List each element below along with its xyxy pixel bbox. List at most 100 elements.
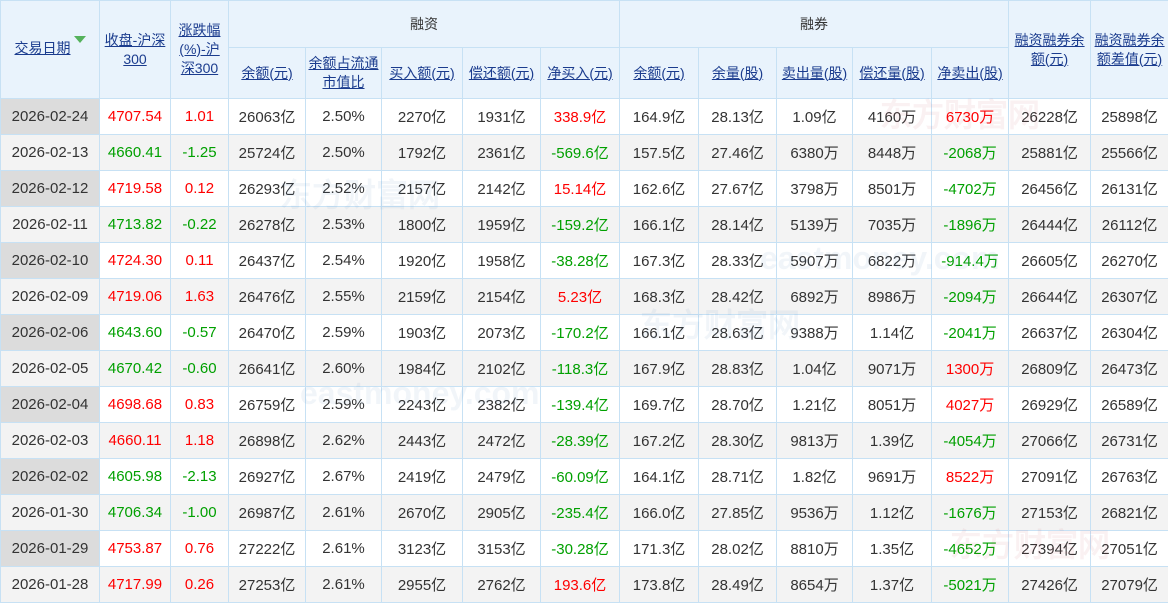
header-change-csi300[interactable]: 涨跌幅(%)-沪深300 — [170, 0, 229, 99]
sort-link-fin-balance[interactable]: 余额(元) — [241, 65, 292, 81]
sort-link-sec-sell[interactable]: 卖出量(股) — [782, 65, 847, 81]
sort-link-fin-repay[interactable]: 偿还额(元) — [469, 65, 534, 81]
cell-balance-diff: 26589亿 — [1090, 386, 1168, 423]
sort-link-change[interactable]: 涨跌幅(%)-沪深300 — [179, 22, 221, 76]
cell-sec-repay: 1.37亿 — [852, 566, 933, 603]
cell-sec-net-sell: -2094万 — [931, 278, 1010, 315]
sort-link-close[interactable]: 收盘-沪深300 — [105, 32, 166, 67]
cell-sec-sell: 8654万 — [776, 566, 854, 603]
cell-sec-repay: 4160万 — [852, 98, 933, 135]
header-sec-volume[interactable]: 余量(股) — [698, 47, 778, 99]
cell-fin-repay: 2479亿 — [462, 458, 541, 495]
cell-change: 1.18 — [170, 422, 229, 459]
sort-link-sec-volume[interactable]: 余量(股) — [712, 65, 763, 81]
cell-sec-balance: 167.2亿 — [619, 422, 700, 459]
cell-change: 0.11 — [170, 242, 229, 279]
header-total-balance[interactable]: 融资融券余额(元) — [1008, 0, 1092, 99]
cell-fin-ratio: 2.53% — [305, 206, 382, 243]
cell-fin-balance: 26987亿 — [228, 494, 306, 531]
cell-fin-repay: 2905亿 — [462, 494, 541, 531]
sort-link-sec-repay[interactable]: 偿还量(股) — [859, 65, 924, 81]
cell-balance-diff: 26131亿 — [1090, 170, 1168, 207]
table-row: 2026-01-28 4717.99 0.26 27253亿 2.61% 295… — [0, 566, 1168, 603]
cell-fin-ratio: 2.50% — [305, 98, 382, 135]
header-close-csi300[interactable]: 收盘-沪深300 — [99, 0, 171, 99]
cell-trade-date: 2026-02-12 — [0, 170, 100, 207]
cell-change: -0.60 — [170, 350, 229, 387]
sort-link-diff[interactable]: 融资融券余额差值(元) — [1095, 32, 1165, 67]
cell-fin-balance: 27253亿 — [228, 566, 306, 603]
cell-sec-volume: 28.33亿 — [698, 242, 778, 279]
cell-fin-ratio: 2.60% — [305, 350, 382, 387]
header-sec-sell[interactable]: 卖出量(股) — [776, 47, 854, 99]
header-trade-date[interactable]: 交易日期 — [0, 0, 100, 99]
cell-total-balance: 26456亿 — [1008, 170, 1092, 207]
cell-fin-net-buy: -569.6亿 — [539, 134, 621, 171]
sort-link-date[interactable]: 交易日期 — [15, 40, 71, 56]
cell-sec-sell: 5907万 — [776, 242, 854, 279]
cell-fin-buy: 2159亿 — [381, 278, 463, 315]
cell-total-balance: 27066亿 — [1008, 422, 1092, 459]
cell-sec-sell: 9813万 — [776, 422, 854, 459]
cell-close: 4707.54 — [99, 98, 171, 135]
header-sec-balance[interactable]: 余额(元) — [619, 47, 700, 99]
header-balance-diff[interactable]: 融资融券余额差值(元) — [1090, 0, 1168, 99]
header-sec-repay[interactable]: 偿还量(股) — [852, 47, 933, 99]
cell-balance-diff: 26473亿 — [1090, 350, 1168, 387]
cell-close: 4753.87 — [99, 530, 171, 567]
sort-link-sec-balance[interactable]: 余额(元) — [633, 65, 684, 81]
cell-fin-buy: 1792亿 — [381, 134, 463, 171]
cell-fin-balance: 27222亿 — [228, 530, 306, 567]
cell-close: 4660.41 — [99, 134, 171, 171]
cell-trade-date: 2026-02-24 — [0, 98, 100, 135]
cell-sec-net-sell: -5021万 — [931, 566, 1010, 603]
cell-sec-volume: 28.42亿 — [698, 278, 778, 315]
cell-close: 4713.82 — [99, 206, 171, 243]
cell-sec-balance: 169.7亿 — [619, 386, 700, 423]
cell-trade-date: 2026-02-10 — [0, 242, 100, 279]
cell-balance-diff: 25566亿 — [1090, 134, 1168, 171]
cell-sec-volume: 27.85亿 — [698, 494, 778, 531]
cell-sec-sell: 1.04亿 — [776, 350, 854, 387]
cell-sec-net-sell: 8522万 — [931, 458, 1010, 495]
cell-trade-date: 2026-02-02 — [0, 458, 100, 495]
cell-fin-repay: 2142亿 — [462, 170, 541, 207]
sort-link-sec-net-sell[interactable]: 净卖出(股) — [937, 65, 1002, 81]
header-fin-balance[interactable]: 余额(元) — [228, 47, 306, 99]
cell-fin-balance: 25724亿 — [228, 134, 306, 171]
cell-sec-net-sell: -4652万 — [931, 530, 1010, 567]
cell-balance-diff: 26307亿 — [1090, 278, 1168, 315]
cell-fin-net-buy: -118.3亿 — [539, 350, 621, 387]
cell-fin-buy: 2670亿 — [381, 494, 463, 531]
cell-fin-balance: 26641亿 — [228, 350, 306, 387]
cell-fin-buy: 2443亿 — [381, 422, 463, 459]
cell-sec-net-sell: 6730万 — [931, 98, 1010, 135]
header-fin-buy[interactable]: 买入额(元) — [381, 47, 463, 99]
table-row: 2026-02-24 4707.54 1.01 26063亿 2.50% 227… — [0, 98, 1168, 135]
cell-fin-ratio: 2.55% — [305, 278, 382, 315]
cell-sec-balance: 166.1亿 — [619, 206, 700, 243]
margin-trading-table: 交易日期 收盘-沪深300 涨跌幅(%)-沪深300 融资 融券 融资融券余额(… — [0, 0, 1168, 603]
cell-sec-volume: 28.83亿 — [698, 350, 778, 387]
sort-link-fin-buy[interactable]: 买入额(元) — [389, 65, 454, 81]
cell-fin-ratio: 2.61% — [305, 566, 382, 603]
cell-close: 4670.42 — [99, 350, 171, 387]
cell-trade-date: 2026-02-06 — [0, 314, 100, 351]
table-row: 2026-02-11 4713.82 -0.22 26278亿 2.53% 18… — [0, 206, 1168, 243]
sort-link-fin-ratio[interactable]: 余额占流通市值比 — [309, 55, 379, 90]
cell-fin-repay: 2472亿 — [462, 422, 541, 459]
sort-link-fin-net-buy[interactable]: 净买入(元) — [547, 65, 612, 81]
cell-sec-repay: 8501万 — [852, 170, 933, 207]
cell-fin-balance: 26470亿 — [228, 314, 306, 351]
sort-link-total[interactable]: 融资融券余额(元) — [1015, 32, 1085, 67]
cell-total-balance: 27426亿 — [1008, 566, 1092, 603]
header-fin-net-buy[interactable]: 净买入(元) — [539, 47, 621, 99]
cell-close: 4698.68 — [99, 386, 171, 423]
cell-fin-net-buy: 15.14亿 — [539, 170, 621, 207]
cell-sec-repay: 1.39亿 — [852, 422, 933, 459]
header-fin-repay[interactable]: 偿还额(元) — [462, 47, 541, 99]
header-sec-net-sell[interactable]: 净卖出(股) — [931, 47, 1010, 99]
header-fin-ratio[interactable]: 余额占流通市值比 — [305, 47, 382, 99]
cell-sec-sell: 9536万 — [776, 494, 854, 531]
cell-total-balance: 27153亿 — [1008, 494, 1092, 531]
